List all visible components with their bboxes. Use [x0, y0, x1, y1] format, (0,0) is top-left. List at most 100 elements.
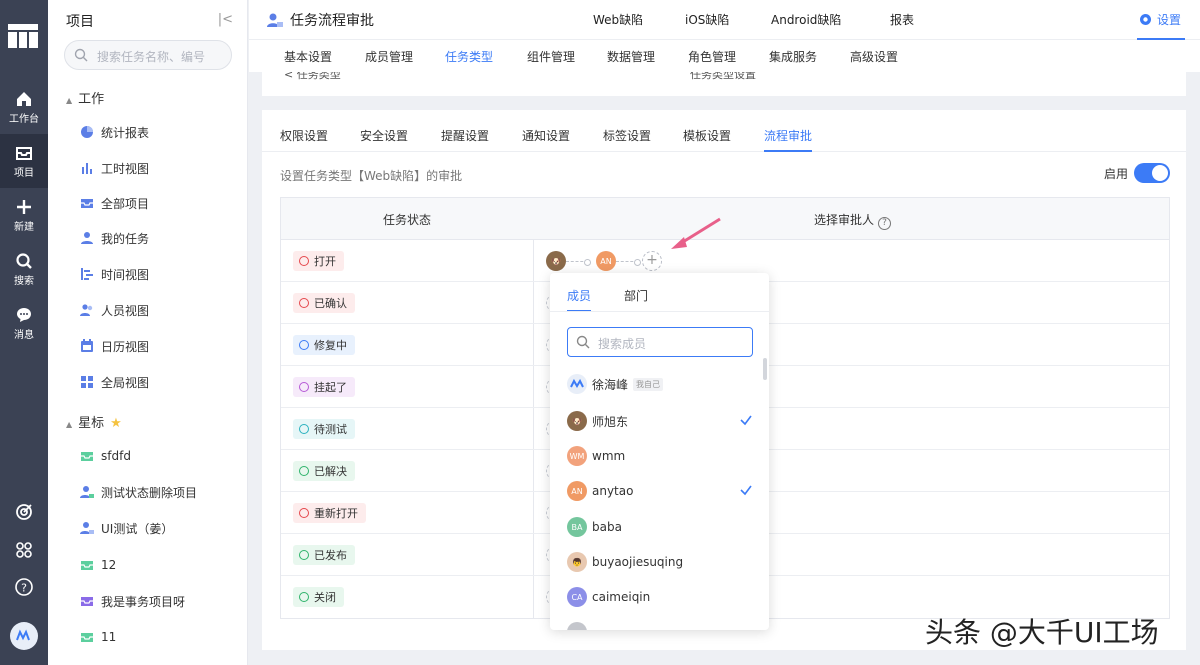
- rail-label: 新建: [14, 222, 34, 233]
- subtab-members[interactable]: 成员管理: [365, 48, 413, 65]
- nav-label: UI测试（姜）: [101, 521, 174, 536]
- tab-web-defects[interactable]: Web缺陷: [593, 11, 643, 28]
- help-icon[interactable]: ?: [14, 577, 34, 597]
- rail-item-messages[interactable]: 消息: [0, 296, 48, 350]
- subtab-roles[interactable]: 角色管理: [688, 48, 736, 65]
- subtab-data[interactable]: 数据管理: [607, 48, 655, 65]
- status-label: 修复中: [314, 339, 347, 352]
- project-title: 任务流程审批: [267, 10, 374, 30]
- target-icon[interactable]: [14, 502, 34, 522]
- check-circle-icon: [299, 550, 309, 560]
- group-star[interactable]: ▲ 星标 ★: [66, 412, 122, 431]
- back-link[interactable]: < 任务类型: [284, 72, 341, 82]
- member-option[interactable]: 🐶 师旭东: [567, 410, 753, 432]
- member-search-input[interactable]: 搜索成员: [567, 327, 753, 357]
- scrollbar[interactable]: [763, 358, 767, 380]
- table-header: 任务状态 选择审批人?: [281, 198, 1169, 240]
- approver-chain: 🐶 AN +: [546, 251, 662, 271]
- nav-item-stats-report[interactable]: 统计报表: [80, 122, 149, 142]
- user-settings-icon: [80, 522, 94, 534]
- sidebar-search-input[interactable]: 搜索任务名称、编号: [64, 40, 232, 70]
- app-logo-icon[interactable]: [8, 24, 38, 48]
- tab-notifications[interactable]: 通知设置: [522, 127, 570, 144]
- tab-settings[interactable]: 设置: [1136, 11, 1186, 40]
- help-icon[interactable]: ?: [878, 217, 892, 230]
- add-approver-button[interactable]: +: [642, 251, 662, 271]
- nav-item-project[interactable]: 11: [80, 627, 116, 647]
- inbox-icon: [81, 452, 93, 461]
- nav-item-worktime-view[interactable]: 工时视图: [80, 158, 149, 178]
- nav-item-my-tasks[interactable]: 我的任务: [80, 228, 149, 248]
- tab-permissions[interactable]: 权限设置: [280, 127, 328, 144]
- group-label: 星标: [78, 416, 105, 431]
- status-reopen-icon: [299, 508, 309, 518]
- tab-reminders[interactable]: 提醒设置: [441, 127, 489, 144]
- settings-subnav: 基本设置 成员管理 任务类型 组件管理 数据管理 角色管理 集成服务 高级设置: [249, 40, 1200, 72]
- tab-reports[interactable]: 报表: [890, 11, 914, 28]
- member-option[interactable]: AN anytao: [567, 480, 753, 502]
- status-badge: 修复中: [293, 335, 355, 355]
- tab-android-defects[interactable]: Android缺陷: [771, 11, 841, 28]
- approver-avatar[interactable]: 🐶: [546, 251, 566, 271]
- nav-item-calendar-view[interactable]: 日历视图: [80, 336, 149, 356]
- column-approver: 选择审批人?: [814, 211, 892, 230]
- search-icon: [576, 335, 590, 349]
- member-option[interactable]: WM wmm: [567, 445, 753, 467]
- subtab-advanced[interactable]: 高级设置: [850, 48, 898, 65]
- collapse-triangle-icon: ▲: [66, 96, 73, 105]
- search-icon: [16, 253, 32, 269]
- tab-members[interactable]: 成员: [567, 287, 592, 312]
- nav-label: 日历视图: [101, 339, 150, 354]
- clock-icon: [299, 340, 309, 350]
- avatar: CA: [567, 587, 587, 607]
- rail-item-new[interactable]: 新建: [0, 188, 48, 242]
- rail-label: 工作台: [9, 114, 39, 125]
- me-badge: 我自己: [633, 377, 664, 391]
- nav-item-time-view[interactable]: 时间视图: [80, 264, 149, 284]
- status-label: 待测试: [314, 423, 347, 436]
- group-work[interactable]: ▲ 工作: [66, 88, 104, 107]
- nav-item-project[interactable]: UI测试（姜）: [80, 518, 173, 538]
- member-option[interactable]: CA caimeiqin: [567, 586, 753, 608]
- subtab-integrations[interactable]: 集成服务: [769, 48, 817, 65]
- member-name: baba: [592, 520, 622, 534]
- apps-icon[interactable]: [14, 540, 34, 560]
- inbox-icon: [81, 199, 93, 208]
- nav-item-people-view[interactable]: 人员视图: [80, 300, 149, 320]
- collapse-sidebar-icon[interactable]: |<: [218, 12, 233, 27]
- member-option[interactable]: 👦 buyaojiesuqing: [567, 551, 753, 573]
- subtab-task-types[interactable]: 任务类型: [445, 48, 493, 65]
- rail-item-workbench[interactable]: 工作台: [0, 80, 48, 134]
- rail-item-search[interactable]: 搜索: [0, 242, 48, 296]
- star-icon: ★: [110, 416, 122, 431]
- check-icon: [740, 415, 752, 426]
- nav-item-project[interactable]: 我是事务项目呀: [80, 591, 185, 611]
- tab-departments[interactable]: 部门: [624, 287, 648, 304]
- nav-item-project[interactable]: sfdfd: [80, 446, 131, 466]
- column-status: 任务状态: [383, 213, 432, 227]
- user-avatar[interactable]: [10, 622, 38, 650]
- member-option[interactable]: [567, 621, 753, 630]
- svg-text:?: ?: [21, 582, 27, 595]
- member-name: wmm: [592, 449, 626, 463]
- nav-item-project[interactable]: 测试状态删除项目: [80, 482, 197, 502]
- inbox-icon: [81, 561, 93, 570]
- nav-item-all-projects[interactable]: 全部项目: [80, 193, 149, 213]
- member-option[interactable]: 徐海峰 我自己: [567, 373, 753, 395]
- tab-templates[interactable]: 模板设置: [683, 127, 731, 144]
- status-confirmed-icon: [299, 298, 309, 308]
- member-option[interactable]: BA baba: [567, 516, 753, 538]
- approver-avatar[interactable]: AN: [596, 251, 616, 271]
- avatar: BA: [567, 517, 587, 537]
- tab-labels[interactable]: 标签设置: [603, 127, 651, 144]
- card-title: 任务类型设置: [690, 72, 756, 81]
- tab-approval-flow[interactable]: 流程审批: [764, 127, 813, 152]
- nav-item-global-view[interactable]: 全局视图: [80, 372, 149, 392]
- subtab-components[interactable]: 组件管理: [527, 48, 575, 65]
- nav-item-project[interactable]: 12: [80, 555, 116, 575]
- tab-ios-defects[interactable]: iOS缺陷: [685, 11, 729, 28]
- enable-toggle[interactable]: [1134, 163, 1170, 183]
- subtab-basic[interactable]: 基本设置: [284, 48, 332, 65]
- rail-item-project[interactable]: 项目: [0, 134, 48, 188]
- tab-security[interactable]: 安全设置: [360, 127, 408, 144]
